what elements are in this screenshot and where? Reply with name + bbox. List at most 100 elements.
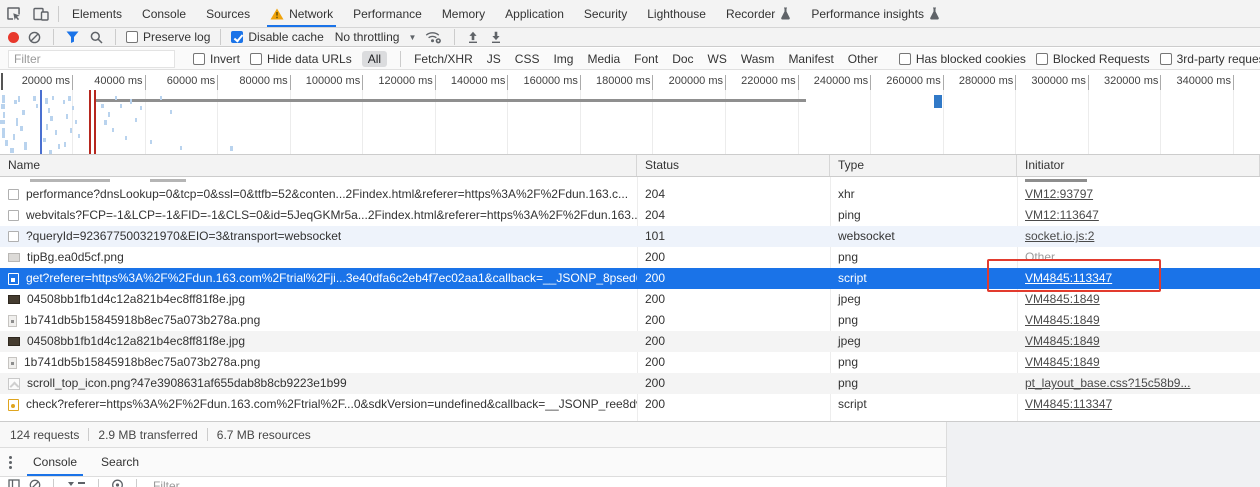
- table-row[interactable]: 04508bb1fb1d4c12a821b4ec8ff81f8e.jpg200j…: [0, 331, 1260, 352]
- initiator-link[interactable]: VM4845:113347: [1025, 397, 1112, 411]
- blocked-requests-checkbox[interactable]: Blocked Requests: [1036, 52, 1150, 66]
- import-har-icon[interactable]: [465, 24, 481, 50]
- export-har-icon[interactable]: [488, 24, 504, 50]
- table-row[interactable]: 1b741db5b15845918b8ec75a073b278a.png200p…: [0, 310, 1260, 331]
- tab-lighthouse[interactable]: Lighthouse: [637, 0, 716, 27]
- drawer-tab-console[interactable]: Console: [21, 448, 89, 476]
- search-icon[interactable]: [88, 24, 105, 50]
- divider: [98, 479, 99, 487]
- filter-type-fetch-xhr[interactable]: Fetch/XHR: [414, 52, 473, 66]
- invert-checkbox[interactable]: Invert: [193, 52, 240, 66]
- timeline-tick-label: 320000 ms: [1086, 75, 1158, 87]
- initiator-link[interactable]: VM12:93797: [1025, 187, 1093, 201]
- table-row[interactable]: performance?dnsLookup=0&tcp=0&ssl=0&ttfb…: [0, 184, 1260, 205]
- activity-mark: [115, 96, 117, 100]
- context-select[interactable]: [66, 479, 86, 487]
- filter-type-ws[interactable]: WS: [708, 52, 727, 66]
- initiator-link[interactable]: socket.io.js:2: [1025, 229, 1094, 243]
- checkbox-checked[interactable]: [231, 31, 243, 43]
- table-row[interactable]: check?referer=https%3A%2F%2Fdun.163.com%…: [0, 394, 1260, 415]
- filter-input[interactable]: [8, 50, 175, 68]
- filter-type-media[interactable]: Media: [587, 52, 620, 66]
- initiator-link[interactable]: VM4845:1849: [1025, 313, 1100, 327]
- disable-cache-checkbox[interactable]: Disable cache: [231, 30, 323, 44]
- checkbox-unchecked[interactable]: [1160, 53, 1172, 65]
- bottom-right-empty-pane: [946, 422, 1260, 487]
- network-conditions-icon[interactable]: [423, 24, 444, 50]
- tab-console[interactable]: Console: [132, 0, 196, 27]
- drawer-tab-search[interactable]: Search: [89, 448, 151, 476]
- filter-type-css[interactable]: CSS: [515, 52, 540, 66]
- filter-type-img[interactable]: Img: [553, 52, 573, 66]
- filter-icon[interactable]: [64, 24, 81, 50]
- console-filter-placeholder[interactable]: Filter: [153, 479, 180, 487]
- filter-type-all[interactable]: All: [362, 51, 387, 67]
- filter-type-js[interactable]: JS: [487, 52, 501, 66]
- table-row[interactable]: 1b741db5b15845918b8ec75a073b278a.png200p…: [0, 352, 1260, 373]
- filter-type-other[interactable]: Other: [848, 52, 878, 66]
- drawer-menu-icon[interactable]: [0, 456, 21, 469]
- timeline-tick-label: 180000 ms: [578, 75, 650, 87]
- column-header-type[interactable]: Type: [830, 155, 1017, 176]
- timeline-tick-label: 280000 ms: [941, 75, 1013, 87]
- tab-security[interactable]: Security: [574, 0, 637, 27]
- table-row[interactable]: scroll_top_icon.png?47e3908631af655dab8b…: [0, 373, 1260, 394]
- initiator-link[interactable]: VM12:113647: [1025, 208, 1099, 222]
- table-row[interactable]: webvitals?FCP=-1&LCP=-1&FID=-1&CLS=0&id=…: [0, 205, 1260, 226]
- checkbox-unchecked[interactable]: [126, 31, 138, 43]
- table-row[interactable]: tipBg.ea0d5cf.png200pngOther: [0, 247, 1260, 268]
- initiator-link[interactable]: VM4845:1849: [1025, 355, 1100, 369]
- tab-application[interactable]: Application: [495, 0, 574, 27]
- initiator-link[interactable]: pt_layout_base.css?15c58b9...: [1025, 376, 1190, 390]
- console-sidebar-icon[interactable]: [8, 479, 20, 487]
- column-header-initiator[interactable]: Initiator: [1017, 155, 1260, 176]
- has-blocked-cookies-checkbox[interactable]: Has blocked cookies: [899, 52, 1026, 66]
- timeline-overview[interactable]: [0, 90, 1260, 155]
- chevron-down-icon: ▼: [408, 33, 416, 42]
- table-row[interactable]: ?queryId=923677500321970&EIO=3&transport…: [0, 226, 1260, 247]
- column-header-name[interactable]: Name: [0, 155, 637, 176]
- checkbox-unchecked[interactable]: [1036, 53, 1048, 65]
- has-blocked-cookies-label: Has blocked cookies: [916, 52, 1026, 66]
- table-row[interactable]: 04508bb1fb1d4c12a821b4ec8ff81f8e.jpg200j…: [0, 289, 1260, 310]
- preserve-log-checkbox[interactable]: Preserve log: [126, 30, 210, 44]
- checkbox-unchecked[interactable]: [899, 53, 911, 65]
- hide-data-urls-checkbox[interactable]: Hide data URLs: [250, 52, 352, 66]
- timeline-tick-label: 100000 ms: [288, 75, 360, 87]
- tab-performance[interactable]: Performance: [343, 0, 432, 27]
- name-cell: get?referer=https%3A%2F%2Fdun.163.com%2F…: [0, 268, 637, 289]
- file-icon: [8, 189, 19, 200]
- throttling-select[interactable]: No throttling ▼: [335, 30, 417, 44]
- inspect-element-icon[interactable]: [0, 1, 27, 27]
- clear-icon[interactable]: [26, 24, 43, 50]
- initiator-link[interactable]: VM4845:1849: [1025, 292, 1100, 306]
- filter-type-doc[interactable]: Doc: [672, 52, 693, 66]
- initiator-link[interactable]: VM4845:113347: [1025, 271, 1112, 285]
- table-row[interactable]: get?referer=https%3A%2F%2Fdun.163.com%2F…: [0, 268, 1260, 289]
- request-name: check?referer=https%3A%2F%2Fdun.163.com%…: [26, 394, 637, 415]
- tab-elements[interactable]: Elements: [62, 0, 132, 27]
- tab-memory[interactable]: Memory: [432, 0, 495, 27]
- activity-mark: [13, 134, 15, 140]
- tab-recorder[interactable]: Recorder: [716, 0, 801, 27]
- tab-sources[interactable]: Sources: [196, 0, 260, 27]
- device-toolbar-icon[interactable]: [27, 1, 55, 27]
- timeline-tick-label: 200000 ms: [651, 75, 723, 87]
- tab-label: Console: [142, 7, 186, 21]
- checkbox-unchecked[interactable]: [193, 53, 205, 65]
- third-party-requests-checkbox[interactable]: 3rd-party requests: [1160, 52, 1260, 66]
- initiator-link[interactable]: VM4845:1849: [1025, 334, 1100, 348]
- tab-performance-insights[interactable]: Performance insights: [801, 0, 950, 27]
- divider: [400, 51, 401, 67]
- filter-type-manifest[interactable]: Manifest: [788, 52, 833, 66]
- tab-network[interactable]: Network: [260, 0, 343, 27]
- timeline-tick-label: 220000 ms: [724, 75, 796, 87]
- record-button[interactable]: [8, 32, 19, 43]
- column-header-status[interactable]: Status: [637, 155, 830, 176]
- filter-type-wasm[interactable]: Wasm: [741, 52, 775, 66]
- filter-type-font[interactable]: Font: [634, 52, 658, 66]
- type-cell: jpeg: [830, 331, 1017, 352]
- checkbox-unchecked[interactable]: [250, 53, 262, 65]
- clear-console-icon[interactable]: [29, 479, 41, 487]
- eye-icon[interactable]: [111, 479, 124, 487]
